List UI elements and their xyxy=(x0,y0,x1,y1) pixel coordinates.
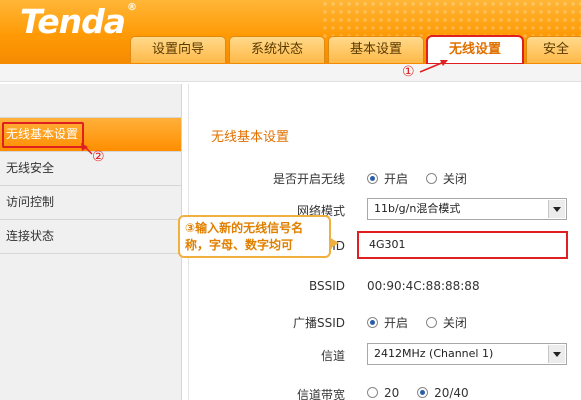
step2-marker: ② xyxy=(92,149,105,165)
step1-arrow-icon xyxy=(81,60,448,155)
